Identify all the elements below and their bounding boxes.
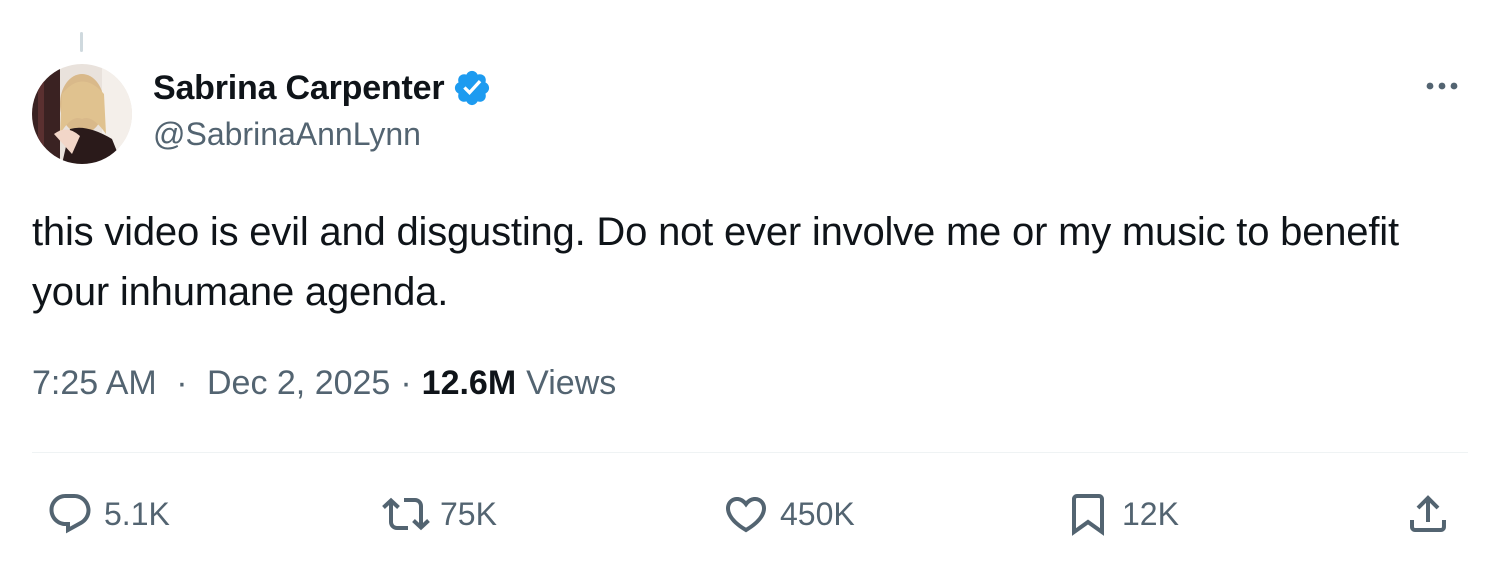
- views-label: Views: [526, 364, 617, 402]
- bookmark-count: 12K: [1122, 495, 1179, 532]
- thread-connector-line: [80, 32, 83, 52]
- author-display-name[interactable]: Sabrina Carpenter: [153, 69, 445, 108]
- meta-separator: ·: [176, 364, 188, 402]
- reply-button[interactable]: 5.1K: [46, 486, 170, 542]
- tweet-time-link[interactable]: 7:25 AM · Dec 2, 2025: [32, 364, 390, 403]
- tweet-text: this video is evil and disgusting. Do no…: [32, 210, 1399, 314]
- bookmark-button[interactable]: 12K: [1064, 486, 1179, 542]
- verified-badge-icon[interactable]: [452, 68, 492, 108]
- share-icon: [1410, 495, 1446, 532]
- repost-icon: [382, 497, 430, 531]
- reply-count: 5.1K: [104, 495, 170, 532]
- avatar-image: [32, 64, 132, 164]
- like-count: 450K: [780, 495, 855, 532]
- more-dots-icon: [1426, 82, 1458, 90]
- share-button[interactable]: [1404, 486, 1452, 542]
- bookmark-icon: [1072, 494, 1104, 536]
- repost-count: 75K: [440, 495, 497, 532]
- meta-separator: ·: [400, 364, 412, 402]
- divider: [32, 452, 1468, 453]
- author-handle[interactable]: @SabrinaAnnLynn: [153, 116, 421, 153]
- reply-icon: [49, 494, 91, 534]
- views-count: 12.6M: [421, 364, 517, 402]
- tweet-meta: 7:25 AM · Dec 2, 2025 · 12.6M Views: [32, 364, 616, 403]
- tweet-time: 7:25 AM: [32, 364, 157, 402]
- avatar[interactable]: [32, 64, 132, 164]
- like-button[interactable]: 450K: [722, 486, 855, 542]
- views-link[interactable]: 12.6M Views: [422, 364, 617, 403]
- more-options-button[interactable]: [1418, 70, 1466, 102]
- tweet-date: Dec 2, 2025: [206, 364, 391, 402]
- repost-button[interactable]: 75K: [382, 486, 497, 542]
- heart-icon: [725, 497, 767, 533]
- author-name-row[interactable]: Sabrina Carpenter: [153, 66, 492, 110]
